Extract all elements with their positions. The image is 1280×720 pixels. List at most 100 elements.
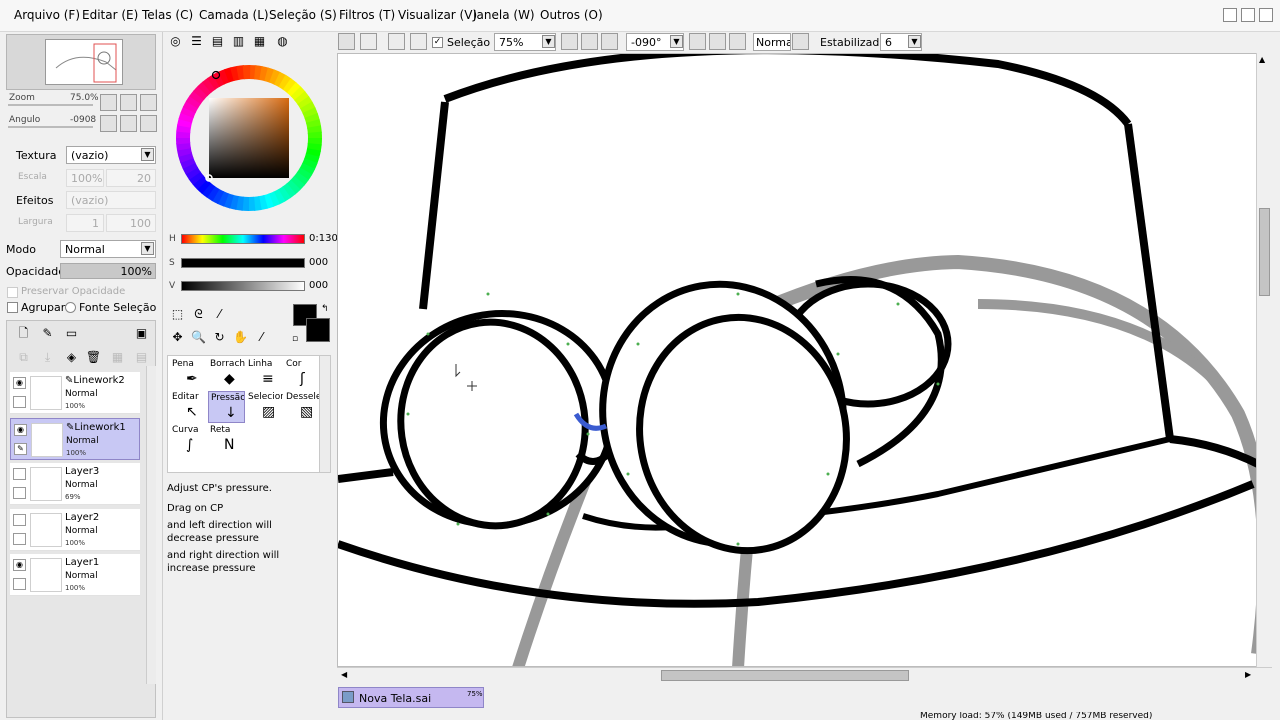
rotate-left-icon[interactable] — [689, 33, 706, 50]
angle-dropdown-icon[interactable]: ▼ — [670, 35, 683, 48]
scroll-up-icon[interactable]: ▲ — [1259, 55, 1265, 64]
tool-curva[interactable]: Curva ∫ — [170, 424, 207, 456]
eye-icon[interactable]: ◉ — [13, 559, 26, 571]
canvas[interactable] — [337, 53, 1272, 667]
swap-colors-icon[interactable]: ↰ — [321, 304, 329, 314]
nav-fit-icon[interactable] — [140, 94, 157, 111]
mode-dropdown-icon[interactable]: ▼ — [141, 242, 154, 255]
eye-icon[interactable]: ◉ — [14, 423, 27, 436]
new-layer-icon[interactable]: 🗋 — [15, 325, 32, 342]
tool-reta[interactable]: Reta N — [208, 424, 245, 456]
layer-row[interactable]: Layer2 Normal 100% — [10, 508, 140, 551]
menu-filtros[interactable]: Filtros (T) — [339, 8, 395, 22]
hand-icon[interactable]: ✋ — [232, 329, 249, 346]
eyedropper-icon[interactable]: ⁄ — [253, 329, 270, 346]
v-slider[interactable] — [181, 281, 305, 291]
texture-dropdown-icon[interactable]: ▼ — [141, 148, 154, 161]
clip-group-checkbox[interactable] — [7, 302, 18, 313]
layer-row[interactable]: ◉ Layer1 Normal 100% — [10, 554, 140, 596]
tool-selecior[interactable]: Selecior ▨ — [246, 391, 283, 423]
color-wheel[interactable] — [171, 54, 327, 222]
canvas-hscroll[interactable]: ◀ ▶ — [337, 667, 1272, 683]
pen-edit-icon[interactable]: ✎ — [14, 442, 27, 455]
nav-rotate-left-icon[interactable] — [100, 115, 117, 132]
layer-row[interactable]: ◉ ✎ ✎Linework1 Normal 100% — [10, 417, 140, 460]
deselect-icon[interactable] — [360, 33, 377, 50]
navigator-preview[interactable] — [6, 34, 156, 90]
stabilizer-dropdown-icon[interactable]: ▼ — [908, 35, 921, 48]
flip-icon[interactable] — [792, 33, 809, 50]
zoom-out-icon[interactable] — [561, 33, 578, 50]
selection-visible-icon[interactable] — [410, 33, 427, 50]
rotate-right-icon[interactable] — [709, 33, 726, 50]
rect-select-icon[interactable]: ⬚ — [169, 306, 186, 323]
blend-mode-select[interactable]: Normal — [753, 33, 791, 51]
canvas-tab[interactable]: Nova Tela.sai 75% — [338, 687, 484, 708]
move-icon[interactable]: ✥ — [169, 329, 186, 346]
hsv-slider-tab-icon[interactable]: ▤ — [209, 33, 226, 50]
scratchpad-tab-icon[interactable]: ◍ — [274, 33, 291, 50]
lock-toggle-icon[interactable] — [13, 578, 26, 590]
zoom-dropdown-icon[interactable]: ▼ — [542, 35, 555, 48]
invert-selection-icon[interactable] — [388, 33, 405, 50]
preserve-opacity-checkbox[interactable] — [7, 287, 18, 298]
new-linework-layer-icon[interactable]: ✎ — [39, 325, 56, 342]
nav-rotate-right-icon[interactable] — [120, 115, 137, 132]
h-slider[interactable] — [181, 234, 305, 244]
tool-linha[interactable]: Linha ≡ — [246, 358, 283, 390]
layer-row[interactable]: Layer3 Normal 69% — [10, 463, 140, 505]
eye-icon[interactable]: ◉ — [13, 377, 26, 389]
zoom-reset-icon[interactable] — [601, 33, 618, 50]
hscroll-thumb[interactable] — [661, 670, 909, 681]
tool-desselec[interactable]: Desselec ▧ — [284, 391, 321, 423]
magic-wand-icon[interactable]: ⁄ — [211, 306, 228, 323]
layer-row[interactable]: ◉ ✎Linework2 Normal 100% — [10, 372, 140, 414]
clear-layer-icon[interactable]: ◈ — [63, 349, 80, 366]
tool-pressão[interactable]: Pressão ↓ — [208, 391, 245, 423]
zoom-in-icon[interactable] — [581, 33, 598, 50]
menu-editar[interactable]: Editar (E) — [82, 8, 138, 22]
layer-panel-menu-icon[interactable]: ▣ — [133, 325, 150, 342]
delete-layer-icon[interactable]: 🗑 — [85, 349, 102, 366]
lock-toggle-icon[interactable] — [13, 532, 26, 545]
tool-grid-scrollbar[interactable] — [319, 355, 331, 473]
opacity-slider[interactable]: 100% — [60, 263, 156, 279]
maximize-icon[interactable] — [1241, 8, 1255, 22]
tool-borrach[interactable]: Borrach ◆ — [208, 358, 245, 390]
tool-cor[interactable]: Cor ʃ — [284, 358, 321, 390]
nav-zoom-in-icon[interactable] — [120, 94, 137, 111]
tool-editar[interactable]: Editar ↖ — [170, 391, 207, 423]
close-icon[interactable] — [1259, 8, 1273, 22]
secondary-color-swatch[interactable] — [306, 318, 330, 342]
canvas-vscroll[interactable]: ▲ — [1256, 53, 1272, 667]
zoom-slider[interactable] — [8, 104, 93, 106]
zoom-tool-icon[interactable]: 🔍 — [190, 329, 207, 346]
menu-visualizar[interactable]: Visualizar (V) — [398, 8, 477, 22]
lock-toggle-icon[interactable] — [13, 487, 26, 499]
menu-selecao[interactable]: Seleção (S) — [269, 8, 337, 22]
lock-toggle-icon[interactable] — [13, 396, 26, 408]
scroll-left-icon[interactable]: ◀ — [341, 670, 347, 679]
rgb-slider-tab-icon[interactable]: ☰ — [188, 33, 205, 50]
menu-camada[interactable]: Camada (L) — [199, 8, 269, 22]
lasso-icon[interactable]: ᘓ — [190, 306, 207, 323]
rotate-tool-icon[interactable]: ↻ — [211, 329, 228, 346]
selection-source-radio[interactable] — [65, 302, 76, 313]
transparent-color-icon[interactable]: ▫ — [292, 334, 298, 344]
scroll-right-icon[interactable]: ▶ — [1245, 670, 1251, 679]
menu-janela[interactable]: Janela (W) — [473, 8, 535, 22]
menu-telas[interactable]: Telas (C) — [142, 8, 193, 22]
select-all-icon[interactable] — [338, 33, 355, 50]
menu-arquivo[interactable]: Arquivo (F) — [14, 8, 80, 22]
layer-scrollbar[interactable] — [146, 366, 156, 684]
minimize-icon[interactable] — [1223, 8, 1237, 22]
hidden-eye-icon[interactable] — [13, 468, 26, 480]
palette-tab-icon[interactable]: ▦ — [251, 33, 268, 50]
tool-pena[interactable]: Pena ✒ — [170, 358, 207, 390]
color-wheel-tab-icon[interactable]: ◎ — [167, 33, 184, 50]
rotate-reset-icon[interactable] — [729, 33, 746, 50]
selection-checkbox[interactable]: ✓ — [432, 37, 443, 48]
swatches-tab-icon[interactable]: ▥ — [230, 33, 247, 50]
hidden-eye-icon[interactable] — [13, 513, 26, 526]
menu-outros[interactable]: Outros (O) — [540, 8, 603, 22]
